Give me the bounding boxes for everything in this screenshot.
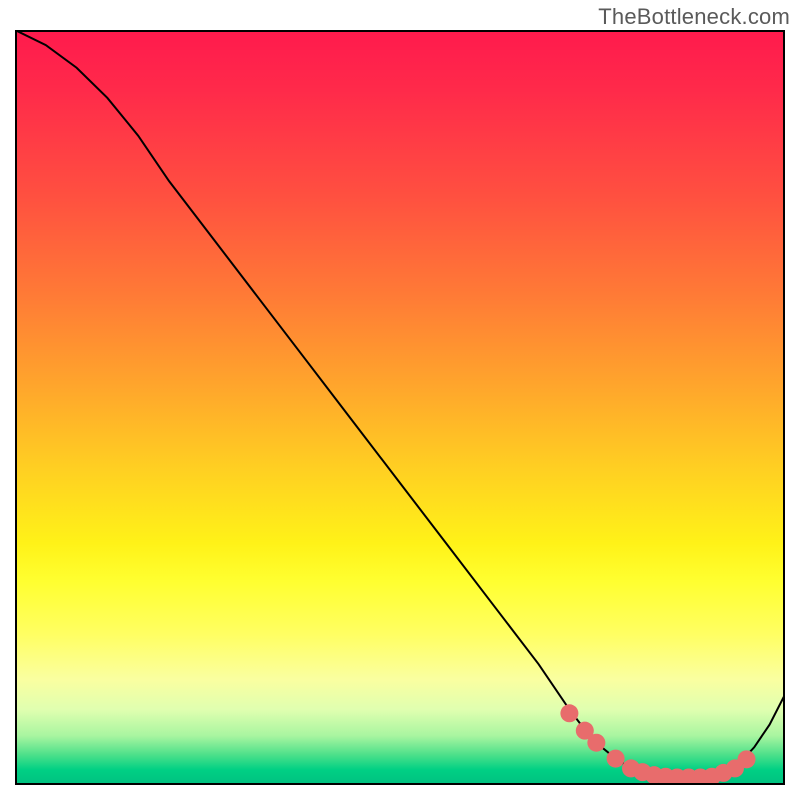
marker-dot — [738, 750, 756, 768]
marker-group — [560, 704, 755, 785]
plot-area — [15, 30, 785, 785]
marker-dot — [587, 734, 605, 752]
chart-svg — [15, 30, 785, 785]
marker-dot — [607, 750, 625, 768]
marker-dot — [560, 704, 578, 722]
curve-line — [15, 30, 785, 777]
chart-container: TheBottleneck.com — [0, 0, 800, 800]
watermark-text: TheBottleneck.com — [598, 4, 790, 30]
